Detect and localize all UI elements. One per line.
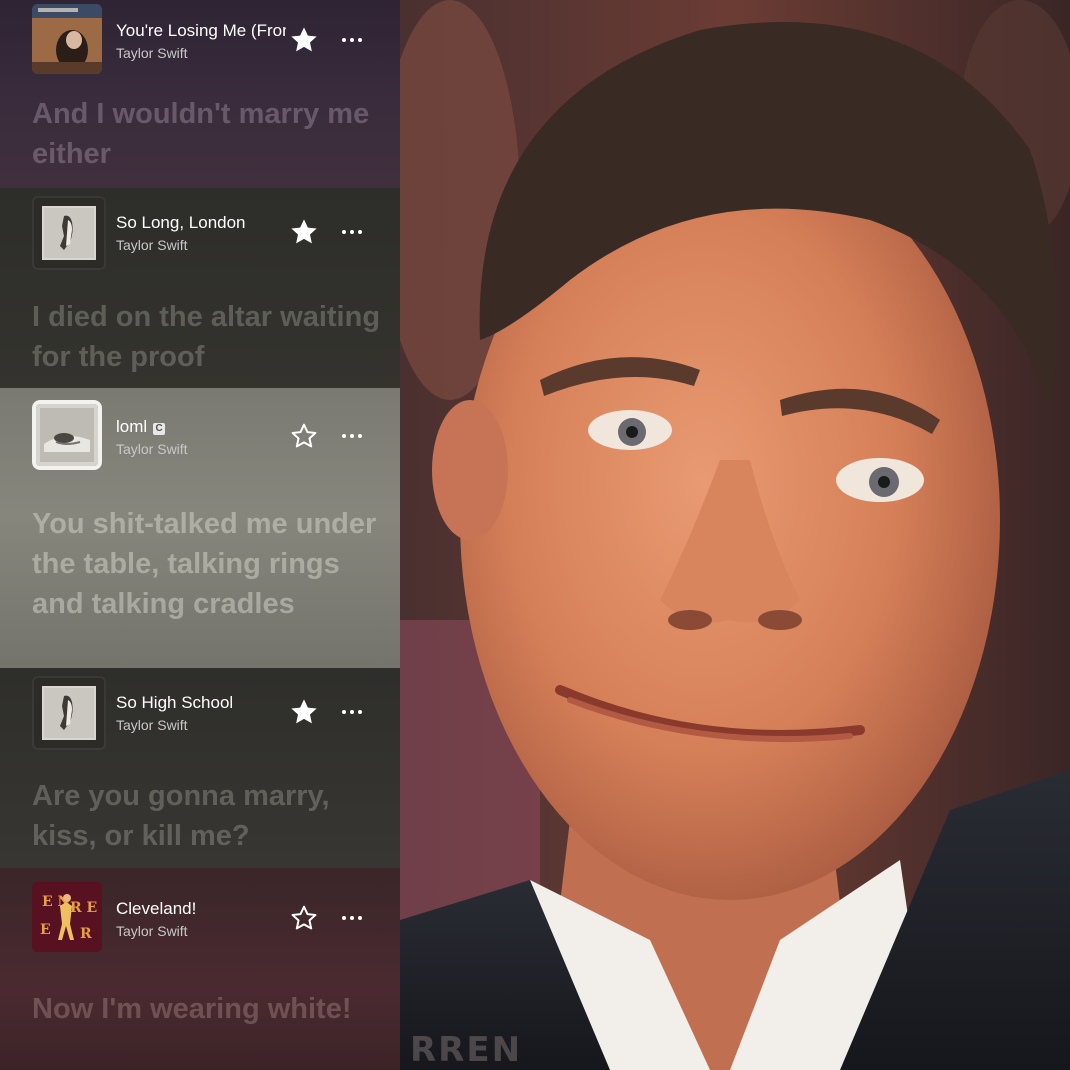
track-row[interactable]: So High School Taylor Swift [0, 676, 400, 750]
reaction-photo [400, 0, 1070, 1070]
album-art-icon [32, 676, 106, 750]
track-artist: Taylor Swift [116, 717, 188, 733]
lyric-text: Now I'm wearing white! [32, 993, 352, 1025]
favorite-star-filled-icon[interactable] [288, 216, 320, 248]
track-card-5: E N R E E R Cleveland! Taylor Swift Now … [0, 868, 400, 1070]
lyrics-panel: You're Losing Me (From The Vault) Taylor… [0, 0, 400, 1070]
lyric-text: Are you gonna marry, kiss, or kill me? [32, 780, 330, 852]
album-art-icon [32, 4, 102, 74]
svg-text:R E: R E [70, 900, 97, 916]
more-options-icon[interactable] [336, 698, 368, 726]
track-title: Cleveland! [116, 899, 197, 918]
track-title: loml C [116, 417, 286, 437]
favorite-star-outline-icon[interactable] [288, 902, 320, 934]
favorite-star-outline-icon[interactable] [288, 420, 320, 452]
svg-text:E: E [40, 922, 51, 938]
album-art-icon [32, 196, 106, 270]
track-row[interactable]: loml C Taylor Swift [0, 400, 400, 474]
track-artist: Taylor Swift [116, 237, 188, 253]
more-options-icon[interactable] [336, 904, 368, 932]
track-card-3: loml C Taylor Swift You shit-talked me un… [0, 388, 400, 668]
track-artist: Taylor Swift [116, 441, 188, 457]
svg-text:R: R [80, 926, 92, 942]
track-artist: Taylor Swift [116, 923, 188, 939]
track-artist: Taylor Swift [116, 45, 188, 61]
track-card-1: You're Losing Me (From The Vault) Taylor… [0, 0, 400, 188]
album-art-icon [32, 400, 102, 470]
track-title: So Long, London [116, 213, 246, 232]
lyric-text: I died on the altar waiting for the proo… [32, 301, 381, 373]
lyric-text: You shit-talked me under the table, talk… [32, 508, 377, 620]
track-card-4: So High School Taylor Swift Are you gonn… [0, 668, 400, 868]
track-title: You're Losing Me (From The Vault) [116, 21, 286, 40]
track-row[interactable]: E N R E E R Cleveland! Taylor Swift [0, 882, 400, 956]
photo-caption-fragment: RREN [410, 1030, 523, 1070]
favorite-star-filled-icon[interactable] [288, 696, 320, 728]
favorite-star-filled-icon[interactable] [288, 24, 320, 56]
track-row[interactable]: So Long, London Taylor Swift [0, 196, 400, 270]
album-art-icon: E N R E E R [32, 882, 102, 952]
track-row[interactable]: You're Losing Me (From The Vault) Taylor… [0, 4, 400, 78]
more-options-icon[interactable] [336, 218, 368, 246]
more-options-icon[interactable] [336, 422, 368, 450]
clean-badge-icon: C [153, 423, 166, 435]
more-options-icon[interactable] [336, 26, 368, 54]
lyric-text: And I wouldn't marry me either [32, 98, 370, 170]
track-card-2: So Long, London Taylor Swift I died on t… [0, 188, 400, 388]
track-title: So High School [116, 693, 234, 712]
